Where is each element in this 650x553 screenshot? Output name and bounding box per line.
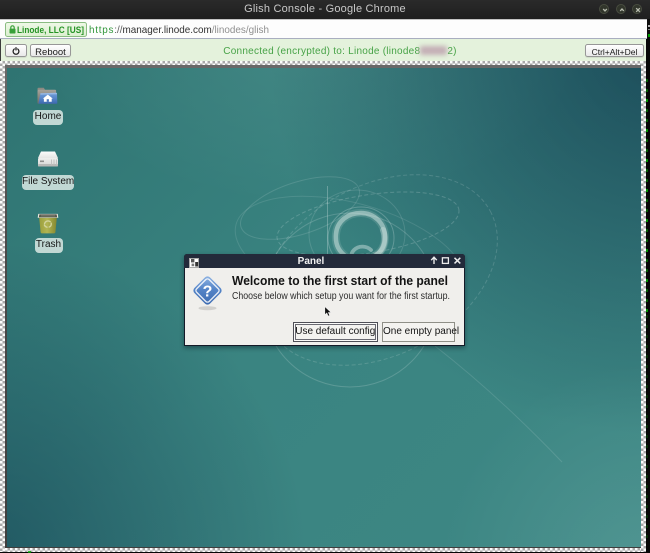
svg-text:?: ? xyxy=(203,283,213,300)
